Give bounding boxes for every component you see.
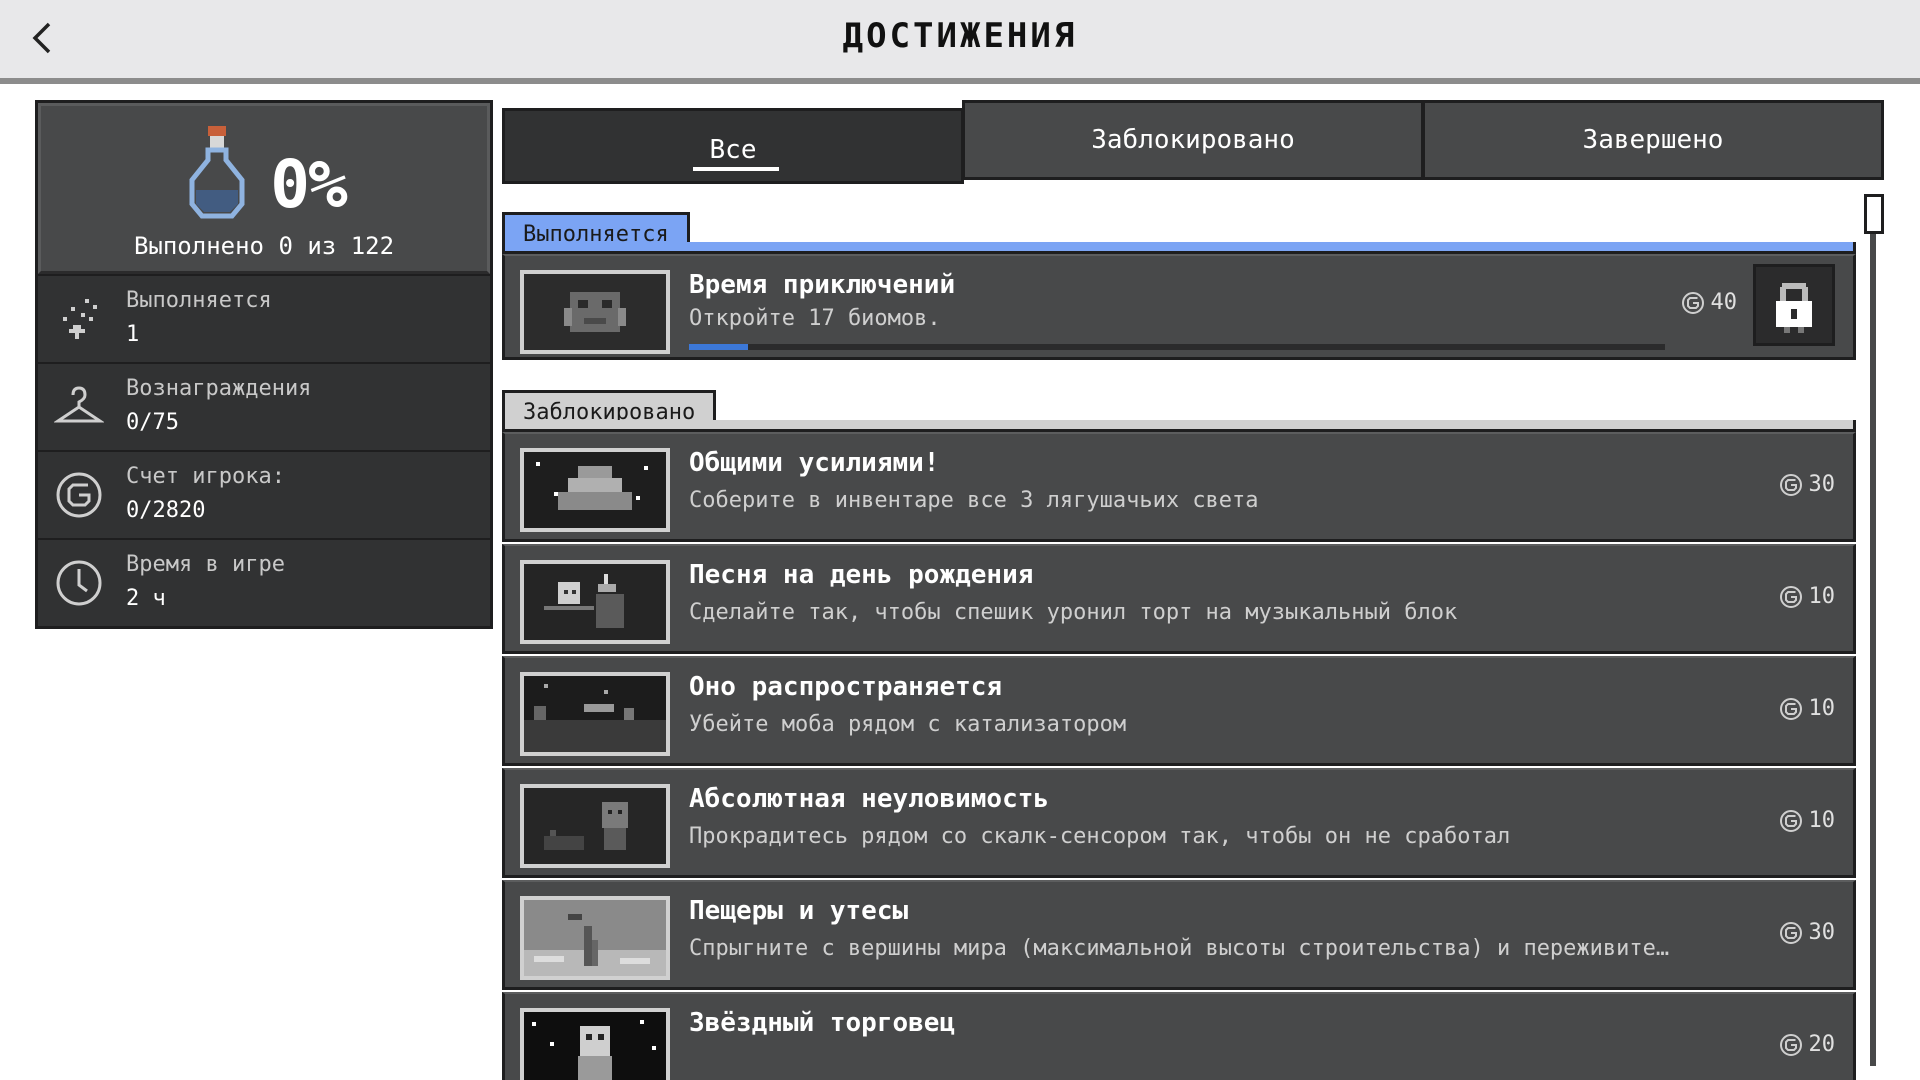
hanger-icon: [54, 382, 104, 432]
tab-locked[interactable]: Заблокировано: [962, 100, 1424, 180]
achievement-item[interactable]: Абсолютная неуловимость Прокрадитесь ряд…: [502, 768, 1856, 878]
stats-panel: 0% Выполнено 0 из 122 Выполняется 1 Возн…: [35, 100, 493, 629]
achievement-item[interactable]: Оно распространяется Убейте моба рядом с…: [502, 656, 1856, 766]
achievement-title: Общими усилиями!: [689, 448, 940, 478]
achievement-thumbnail: [520, 784, 670, 868]
achievement-title: Звёздный торговец: [689, 1008, 956, 1038]
stat-label: Выполняется: [126, 288, 272, 313]
achievement-score: 30: [1779, 920, 1836, 945]
score-value: 40: [1710, 290, 1738, 315]
achievement-thumbnail: [520, 1008, 670, 1080]
achievement-description: Убейте моба рядом с катализатором: [689, 712, 1127, 737]
gamerscore-icon: [1779, 585, 1802, 608]
gamerscore-icon: [1779, 1033, 1802, 1056]
achievement-title: Абсолютная неуловимость: [689, 784, 1050, 814]
gamerscore-icon: [54, 470, 104, 520]
score-value: 10: [1808, 584, 1836, 609]
score-value: 20: [1808, 1032, 1836, 1057]
sparkle-icon: [54, 294, 104, 344]
section-header-locked: Заблокировано: [502, 390, 1856, 432]
achievement-item[interactable]: Песня на день рождения Сделайте так, что…: [502, 544, 1856, 654]
achievement-score: 30: [1779, 472, 1836, 497]
stat-value: 1: [126, 322, 140, 347]
achievement-description: Прокрадитесь рядом со скалк-сенсором так…: [689, 824, 1511, 849]
achievement-title: Оно распространяется: [689, 672, 1003, 702]
achievement-thumbnail: [520, 896, 670, 980]
gamerscore-icon: [1779, 809, 1802, 832]
score-value: 30: [1808, 920, 1836, 945]
clock-icon: [54, 558, 104, 608]
lock-icon: [1776, 283, 1812, 333]
gamerscore-icon: [1779, 697, 1802, 720]
score-value: 10: [1808, 696, 1836, 721]
achievement-item[interactable]: Общими усилиями! Соберите в инвентаре вс…: [502, 432, 1856, 542]
achievement-thumbnail: [520, 448, 670, 532]
achievement-score: 10: [1779, 696, 1836, 721]
stat-value: 0/2820: [126, 498, 206, 523]
achievement-description: Спрыгните с вершины мира (максимальной в…: [689, 936, 1670, 961]
section-bar: [502, 420, 1856, 432]
tab-all[interactable]: Все: [502, 108, 964, 184]
achievement-description: Соберите в инвентаре все 3 лягушачьих св…: [689, 488, 1259, 513]
tab-label: Завершено: [1582, 125, 1724, 155]
reward-lock-box[interactable]: [1753, 264, 1835, 346]
section-header-in-progress: Выполняется: [502, 212, 1856, 254]
progress-fill: [689, 344, 748, 350]
tab-label: Все: [709, 135, 757, 165]
stat-label: Время в игре: [126, 552, 285, 577]
achievement-item[interactable]: Пещеры и утесы Спрыгните с вершины мира …: [502, 880, 1856, 990]
gamerscore-icon: [1681, 291, 1704, 314]
filter-tabs: Все Заблокировано Завершено: [502, 100, 1884, 184]
section-bar: [502, 242, 1856, 254]
achievement-progress-bar: [689, 344, 1665, 350]
gamerscore-icon: [1779, 921, 1802, 944]
achievement-thumbnail: [520, 560, 670, 644]
scrollbar-thumb[interactable]: [1864, 194, 1884, 234]
stat-value: 2 ч: [126, 586, 166, 611]
achievement-score: 10: [1779, 584, 1836, 609]
score-value: 10: [1808, 808, 1836, 833]
page-title: ДОСТИЖЕНИЯ: [842, 16, 1078, 56]
achievement-list[interactable]: Выполняется Время приключений Откройте 1…: [502, 212, 1856, 1080]
stat-label: Счет игрока:: [126, 464, 285, 489]
stat-gamerscore: Счет игрока: 0/2820: [38, 450, 490, 538]
achievement-title: Песня на день рождения: [689, 560, 1034, 590]
completion-percent: 0%: [270, 146, 347, 223]
stat-rewards: Вознаграждения 0/75: [38, 362, 490, 450]
header-bar: ДОСТИЖЕНИЯ: [0, 0, 1920, 84]
potion-bottle-icon: [189, 126, 245, 219]
achievement-score: 40: [1681, 290, 1738, 315]
achievement-item[interactable]: Звёздный торговец 20: [502, 992, 1856, 1080]
achievement-thumbnail: [520, 672, 670, 756]
achievement-title: Время приключений: [689, 270, 956, 300]
stat-label: Вознаграждения: [126, 376, 312, 401]
stat-in-progress: Выполняется 1: [38, 274, 490, 362]
stat-value: 0/75: [126, 410, 179, 435]
completion-count: Выполнено 0 из 122: [133, 232, 395, 260]
achievement-score: 10: [1779, 808, 1836, 833]
completion-summary: 0% Выполнено 0 из 122: [38, 103, 490, 274]
scrollbar-track[interactable]: [1870, 196, 1876, 1066]
achievement-thumbnail: [520, 270, 670, 354]
achievement-item[interactable]: Время приключений Откройте 17 биомов. 40: [502, 254, 1856, 360]
stat-playtime: Время в игре 2 ч: [38, 538, 490, 626]
score-value: 30: [1808, 472, 1836, 497]
achievement-description: Откройте 17 биомов.: [689, 306, 941, 331]
achievement-score: 20: [1779, 1032, 1836, 1057]
active-tab-indicator: [693, 167, 779, 171]
achievement-description: Сделайте так, чтобы спешик уронил торт н…: [689, 600, 1458, 625]
tab-label: Заблокировано: [1091, 125, 1295, 155]
achievement-title: Пещеры и утесы: [689, 896, 909, 926]
tab-completed[interactable]: Завершено: [1422, 100, 1884, 180]
gamerscore-icon: [1779, 473, 1802, 496]
